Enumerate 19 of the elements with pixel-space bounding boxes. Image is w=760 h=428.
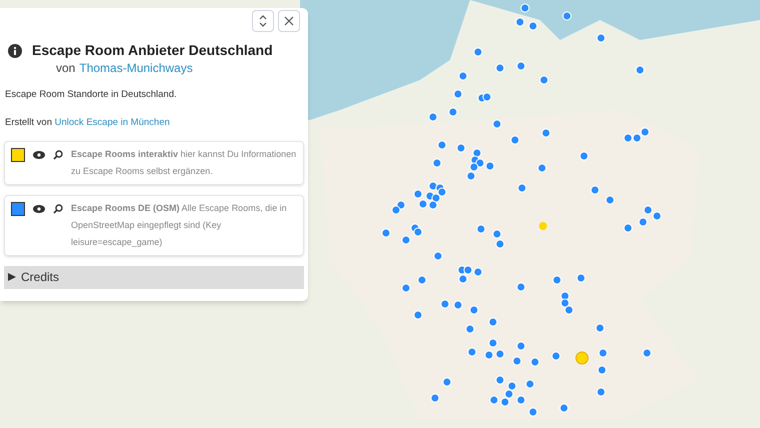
author-link[interactable]: Thomas-Munichways [79,60,193,76]
zoom-icon[interactable] [53,204,63,214]
eye-icon[interactable] [33,150,45,158]
creator-link[interactable]: Unlock Escape in München [54,117,170,128]
zoom-icon[interactable] [53,150,63,160]
map-description: Escape Room Standorte in Deutschland. [4,88,178,102]
close-icon [284,16,294,26]
layer-description: Escape Rooms DE (OSM) Alle Escape Rooms, die in OpenStreetMap eingepflegt sind (Key leisure=escape_game) [71,202,288,249]
expand-collapse-button[interactable] [252,10,274,32]
chevron-up-down-icon [258,15,268,27]
map-marker[interactable] [539,222,547,230]
info-icon [8,44,22,58]
credits-toggle[interactable]: Credits [4,266,304,288]
created-by-text: Erstellt von Unlock Escape in München [4,116,171,130]
layer-description: Escape Rooms interaktiv hier kannst Du Informationen zu Escape Rooms selbst ergänzen. [71,148,297,178]
map-title: Escape Room Anbieter Deutschland [32,41,273,60]
eye-icon[interactable] [33,204,45,212]
close-button[interactable] [278,10,300,32]
author-prefix: von [56,60,76,76]
